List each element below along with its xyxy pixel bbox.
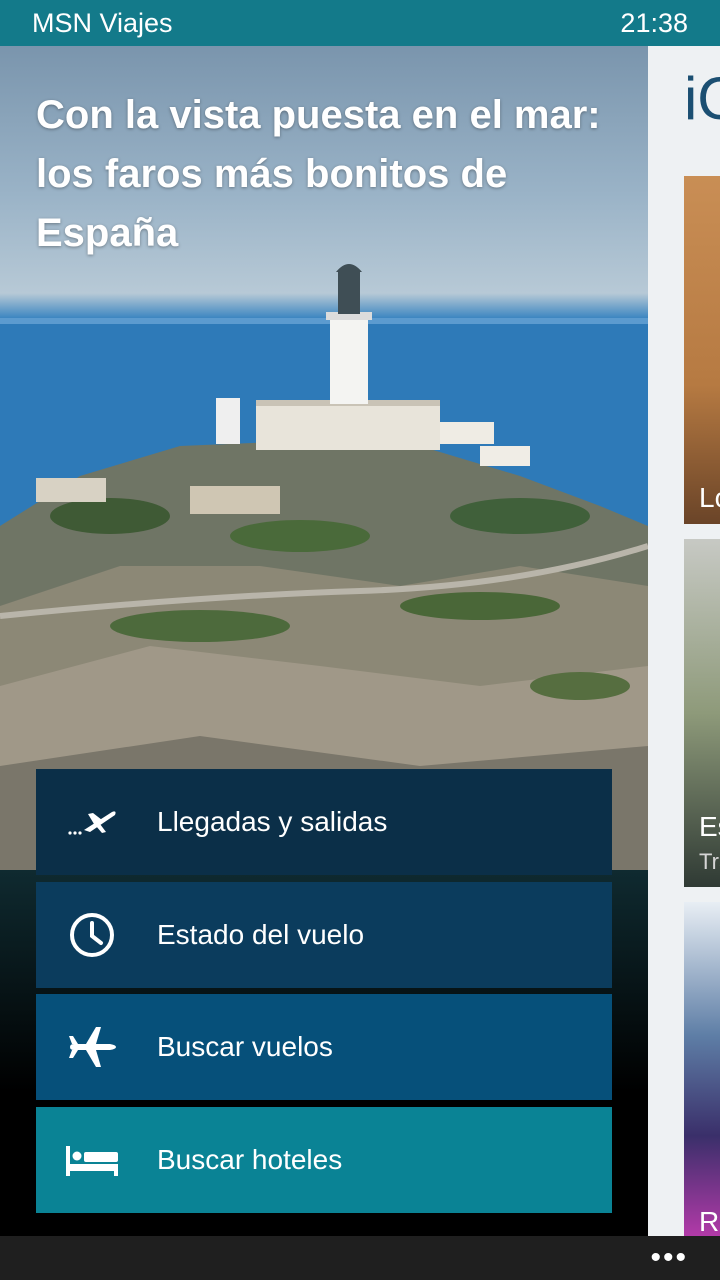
search-hotels-button[interactable]: Buscar hoteles xyxy=(36,1106,612,1213)
flight-status-button[interactable]: Estado del vuelo xyxy=(36,881,612,988)
next-section-peek[interactable]: iO Lo Es Tra Re xyxy=(648,46,720,1236)
app-bar: ••• xyxy=(0,1236,720,1280)
hero-story[interactable]: Con la vista puesta en el mar: los faros… xyxy=(0,46,648,870)
clock-icon xyxy=(66,909,118,961)
peek-card-title: Es xyxy=(699,811,720,842)
peek-section-header: iO xyxy=(684,65,720,132)
clock-time: 21:38 xyxy=(620,7,688,38)
app-name: MSN Viajes xyxy=(32,7,173,38)
bed-icon xyxy=(66,1134,118,1186)
arrivals-departures-button[interactable]: Llegadas y salidas xyxy=(36,769,612,875)
more-options-button[interactable]: ••• xyxy=(650,1243,688,1273)
airplane-icon xyxy=(66,1021,118,1073)
status-bar: MSN Viajes 21:38 xyxy=(0,0,720,46)
search-flights-button[interactable]: Buscar vuelos xyxy=(36,994,612,1100)
action-label: Llegadas y salidas xyxy=(157,806,388,837)
peek-card-title: Lo xyxy=(699,482,720,513)
action-label: Buscar vuelos xyxy=(157,1031,333,1062)
action-label: Buscar hoteles xyxy=(157,1143,343,1175)
peek-card[interactable]: Es Tra xyxy=(684,539,720,887)
action-label: Estado del vuelo xyxy=(157,918,365,950)
peek-card[interactable]: Lo xyxy=(684,176,720,524)
peek-card-subtitle: Tra xyxy=(699,849,720,874)
plane-departing-icon xyxy=(66,796,118,848)
quick-actions: Llegadas y salidas Estado del vuelo Busc… xyxy=(36,769,612,1219)
hero-headline: Con la vista puesta en el mar: los faros… xyxy=(36,93,601,255)
peek-card[interactable]: Re xyxy=(684,902,720,1236)
peek-card-title: Re xyxy=(699,1206,720,1236)
